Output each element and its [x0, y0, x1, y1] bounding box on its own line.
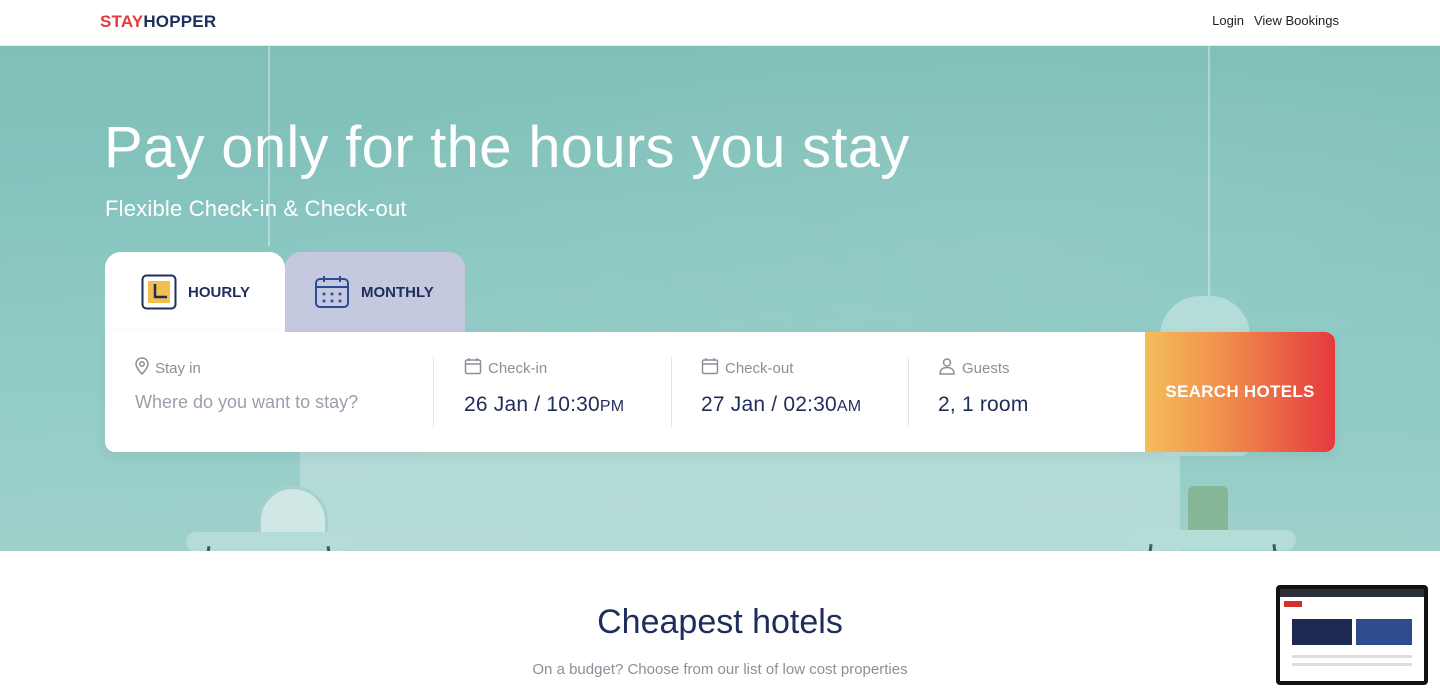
guests-value: 2, 1 room	[938, 393, 1029, 416]
section-title: Cheapest hotels	[597, 603, 843, 641]
screen-preview-thumbnail[interactable]	[1276, 585, 1428, 685]
checkin-label: Check-in	[488, 359, 548, 377]
search-panel: Stay in Where do you want to stay? Check…	[105, 332, 1335, 452]
tab-monthly[interactable]: MONTHLY	[285, 252, 465, 332]
hero-subtitle: Flexible Check-in & Check-out	[105, 196, 407, 221]
guests-field[interactable]: Guests 2, 1 room	[938, 357, 1128, 427]
checkin-value: 26 Jan / 10:30	[464, 393, 600, 416]
location-pin-icon	[135, 357, 149, 379]
calendar-icon	[314, 274, 350, 310]
section-subtitle: On a budget? Choose from our list of low…	[532, 661, 908, 678]
view-bookings-link[interactable]: View Bookings	[1254, 13, 1339, 28]
logo[interactable]: STAY HOPPER	[100, 12, 216, 32]
stay-in-input[interactable]: Where do you want to stay?	[135, 392, 425, 413]
search-hotels-button[interactable]: SEARCH HOTELS	[1145, 332, 1335, 452]
divider	[671, 357, 672, 427]
logo-part-stay: STAY	[100, 12, 144, 31]
top-links: Login View Bookings	[1212, 13, 1339, 28]
checkout-ampm: AM	[836, 398, 862, 415]
calendar-icon	[464, 357, 482, 379]
checkout-field[interactable]: Check-out 27 Jan / 02:30AM	[701, 357, 901, 427]
checkout-value: 27 Jan / 02:30	[701, 393, 837, 416]
tab-hourly[interactable]: HOURLY	[105, 252, 285, 332]
stay-in-field[interactable]: Stay in Where do you want to stay?	[135, 357, 425, 427]
guests-label: Guests	[962, 359, 1010, 377]
stay-in-label: Stay in	[155, 359, 201, 377]
clock-icon	[141, 274, 177, 310]
hero-title: Pay only for the hours you stay	[104, 115, 910, 180]
login-link[interactable]: Login	[1212, 13, 1244, 28]
top-navbar: STAY HOPPER Login View Bookings	[0, 0, 1440, 46]
hero-banner: Pay only for the hours you stay Flexible…	[0, 46, 1440, 551]
tab-hourly-label: HOURLY	[188, 283, 250, 301]
checkin-ampm: PM	[599, 398, 625, 415]
nightstand-left-image	[186, 532, 350, 551]
divider	[908, 357, 909, 427]
checkout-label: Check-out	[725, 359, 794, 377]
calendar-icon	[701, 357, 719, 379]
logo-part-hopper: HOPPER	[143, 12, 217, 31]
checkin-field[interactable]: Check-in 26 Jan / 10:30PM	[464, 357, 664, 427]
vase-image	[1188, 486, 1228, 536]
divider	[433, 357, 434, 427]
tab-monthly-label: MONTHLY	[361, 283, 434, 301]
person-icon	[938, 357, 956, 379]
lamp-cord-right	[1208, 46, 1210, 296]
